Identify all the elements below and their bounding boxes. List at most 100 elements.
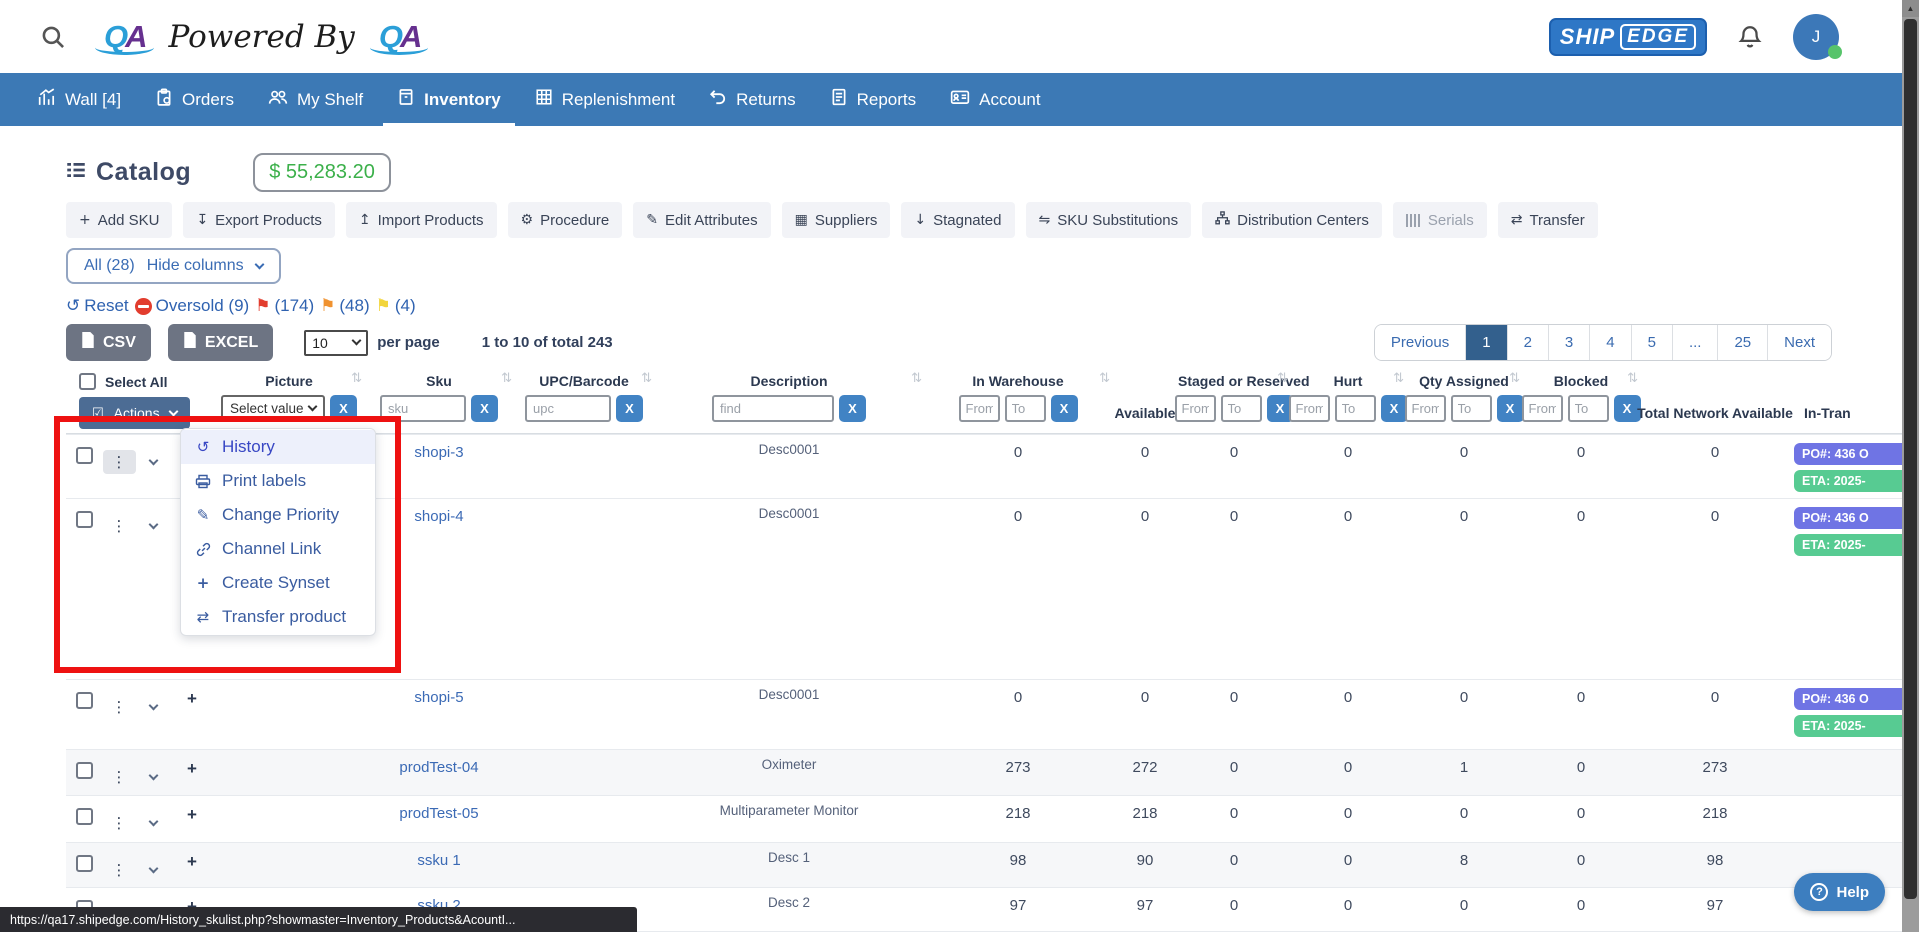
- po-badge[interactable]: PO#: 436 O: [1794, 688, 1919, 710]
- excel-export-button[interactable]: EXCEL: [168, 324, 273, 361]
- picture-filter-select[interactable]: Select value: [221, 395, 325, 422]
- import-products-button[interactable]: ↥Import Products: [346, 202, 497, 238]
- scroll-up-arrow[interactable]: ▲: [1902, 0, 1919, 17]
- row-add-icon[interactable]: +: [187, 852, 197, 871]
- blocked-from-input[interactable]: [1522, 395, 1563, 422]
- sort-icon[interactable]: ⇅: [1099, 371, 1110, 386]
- in-warehouse-from-input[interactable]: [959, 395, 1000, 422]
- qty-assigned-from-input[interactable]: [1405, 395, 1446, 422]
- row-checkbox[interactable]: [76, 511, 93, 528]
- menu-item-history[interactable]: ↺History: [181, 430, 375, 464]
- staged-to-input[interactable]: [1221, 395, 1262, 422]
- sort-icon[interactable]: ⇅: [1509, 371, 1520, 386]
- menu-item-change-priority[interactable]: ✎Change Priority: [181, 498, 375, 532]
- notifications-bell-icon[interactable]: [1737, 24, 1763, 50]
- row-expand-chevron-icon[interactable]: [148, 771, 158, 781]
- blocked-to-input[interactable]: [1568, 395, 1609, 422]
- suppliers-button[interactable]: ▦Suppliers: [782, 202, 891, 238]
- row-checkbox[interactable]: [76, 808, 93, 825]
- sort-icon[interactable]: ⇅: [501, 371, 512, 386]
- clear-in-warehouse-filter-button[interactable]: X: [1051, 395, 1078, 422]
- sort-icon[interactable]: ⇅: [911, 371, 922, 386]
- nav-item-my-shelf[interactable]: My Shelf: [254, 73, 377, 126]
- help-button[interactable]: ? Help: [1794, 873, 1885, 911]
- nav-item-wall[interactable]: Wall [4]: [24, 73, 135, 126]
- pagination-page-3[interactable]: 3: [1549, 325, 1590, 360]
- row-expand-chevron-icon[interactable]: [148, 520, 158, 530]
- row-kebab-menu-button[interactable]: ⋮: [103, 450, 136, 474]
- pagination-ellipsis[interactable]: ...: [1673, 325, 1719, 360]
- sort-icon[interactable]: ⇅: [1393, 371, 1404, 386]
- row-checkbox[interactable]: [76, 692, 93, 709]
- clear-description-filter-button[interactable]: X: [839, 395, 866, 422]
- oversold-filter-link[interactable]: Oversold (9): [135, 296, 250, 316]
- nav-item-returns[interactable]: Returns: [695, 73, 810, 126]
- nav-item-reports[interactable]: Reports: [816, 73, 931, 126]
- procedure-button[interactable]: ⚙Procedure: [508, 202, 623, 238]
- nav-item-account[interactable]: Account: [936, 73, 1054, 126]
- add-sku-button[interactable]: +Add SKU: [66, 202, 172, 238]
- sort-icon[interactable]: ⇅: [1627, 371, 1638, 386]
- pagination-page-1[interactable]: 1: [1466, 325, 1507, 360]
- sort-icon[interactable]: ⇅: [1277, 371, 1288, 386]
- row-kebab-menu-button[interactable]: ⋮: [103, 858, 136, 882]
- clear-picture-filter-button[interactable]: X: [330, 395, 357, 422]
- sort-icon[interactable]: ⇅: [351, 371, 362, 386]
- vertical-scrollbar[interactable]: ▲: [1902, 0, 1919, 932]
- row-expand-chevron-icon[interactable]: [148, 701, 158, 711]
- menu-item-channel-link[interactable]: Channel Link: [181, 532, 375, 566]
- nav-item-inventory[interactable]: Inventory: [383, 73, 515, 126]
- edit-attributes-button[interactable]: ✎Edit Attributes: [633, 202, 770, 238]
- row-kebab-menu-button[interactable]: ⋮: [103, 811, 136, 835]
- clear-sku-filter-button[interactable]: X: [471, 395, 498, 422]
- row-expand-chevron-icon[interactable]: [148, 817, 158, 827]
- pagination-page-25[interactable]: 25: [1718, 325, 1768, 360]
- red-flag-filter-link[interactable]: ⚑(174): [255, 296, 314, 316]
- select-all-checkbox[interactable]: [79, 373, 96, 390]
- transfer-button[interactable]: ⇄Transfer: [1498, 202, 1598, 238]
- pagination-next[interactable]: Next: [1768, 325, 1831, 360]
- clear-qty-assigned-filter-button[interactable]: X: [1497, 395, 1524, 422]
- upc-filter-input[interactable]: [525, 395, 611, 422]
- hurt-from-input[interactable]: [1289, 395, 1330, 422]
- pagination-page-5[interactable]: 5: [1632, 325, 1673, 360]
- sort-icon[interactable]: ⇅: [641, 371, 652, 386]
- clear-hurt-filter-button[interactable]: X: [1381, 395, 1408, 422]
- pagination-page-2[interactable]: 2: [1508, 325, 1549, 360]
- qty-assigned-to-input[interactable]: [1451, 395, 1492, 422]
- search-icon[interactable]: [40, 24, 66, 50]
- sku-substitutions-button[interactable]: ⇋SKU Substitutions: [1026, 202, 1192, 238]
- row-checkbox[interactable]: [76, 447, 93, 464]
- row-kebab-menu-button[interactable]: ⋮: [103, 765, 136, 789]
- export-products-button[interactable]: ↧Export Products: [183, 202, 334, 238]
- user-avatar[interactable]: J: [1793, 14, 1839, 60]
- stagnated-button[interactable]: ↓Stagnated: [901, 202, 1014, 238]
- pagination-previous[interactable]: Previous: [1375, 325, 1466, 360]
- actions-dropdown-button[interactable]: ☑ Actions: [79, 397, 190, 429]
- row-checkbox[interactable]: [76, 855, 93, 872]
- description-filter-input[interactable]: [712, 395, 834, 422]
- hide-columns-dropdown[interactable]: All (28) Hide columns: [66, 248, 281, 284]
- row-checkbox[interactable]: [76, 762, 93, 779]
- serials-button[interactable]: Serials: [1393, 202, 1487, 238]
- menu-item-transfer-product[interactable]: ⇄Transfer product: [181, 600, 375, 634]
- yellow-flag-filter-link[interactable]: ⚑(4): [376, 296, 416, 316]
- row-add-icon[interactable]: +: [187, 759, 197, 778]
- po-badge[interactable]: PO#: 436 O: [1794, 443, 1919, 465]
- menu-item-create-synset[interactable]: +Create Synset: [181, 566, 375, 600]
- po-badge[interactable]: PO#: 436 O: [1794, 507, 1919, 529]
- row-expand-chevron-icon[interactable]: [148, 456, 158, 466]
- nav-item-orders[interactable]: Orders: [141, 73, 248, 126]
- hurt-to-input[interactable]: [1335, 395, 1376, 422]
- in-warehouse-to-input[interactable]: [1005, 395, 1046, 422]
- staged-from-input[interactable]: [1175, 395, 1216, 422]
- row-expand-chevron-icon[interactable]: [148, 864, 158, 874]
- row-add-icon[interactable]: +: [187, 805, 197, 824]
- nav-item-replenishment[interactable]: Replenishment: [521, 73, 689, 126]
- row-add-icon[interactable]: +: [187, 689, 197, 708]
- csv-export-button[interactable]: CSV: [66, 324, 151, 361]
- row-kebab-menu-button[interactable]: ⋮: [103, 695, 136, 719]
- distribution-centers-button[interactable]: Distribution Centers: [1202, 202, 1382, 238]
- page-size-select[interactable]: 10: [304, 330, 368, 356]
- row-kebab-menu-button[interactable]: ⋮: [103, 514, 136, 538]
